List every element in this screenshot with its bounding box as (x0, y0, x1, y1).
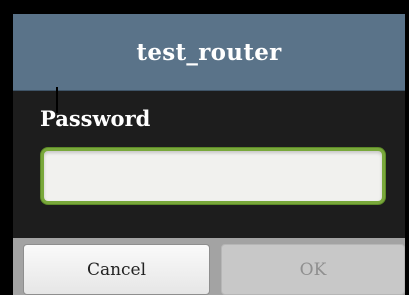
screen: test_router Password Cancel OK (0, 0, 409, 295)
dialog-title: test_router (136, 38, 282, 66)
dialog-body: Password (13, 91, 405, 238)
cancel-button[interactable]: Cancel (23, 244, 210, 295)
dialog-title-bar: test_router (13, 14, 405, 91)
text-cursor (56, 87, 58, 113)
ok-button[interactable]: OK (221, 244, 405, 295)
wifi-password-dialog: test_router Password Cancel OK (13, 14, 405, 295)
password-input[interactable] (41, 148, 385, 204)
dialog-button-bar: Cancel OK (13, 238, 405, 295)
